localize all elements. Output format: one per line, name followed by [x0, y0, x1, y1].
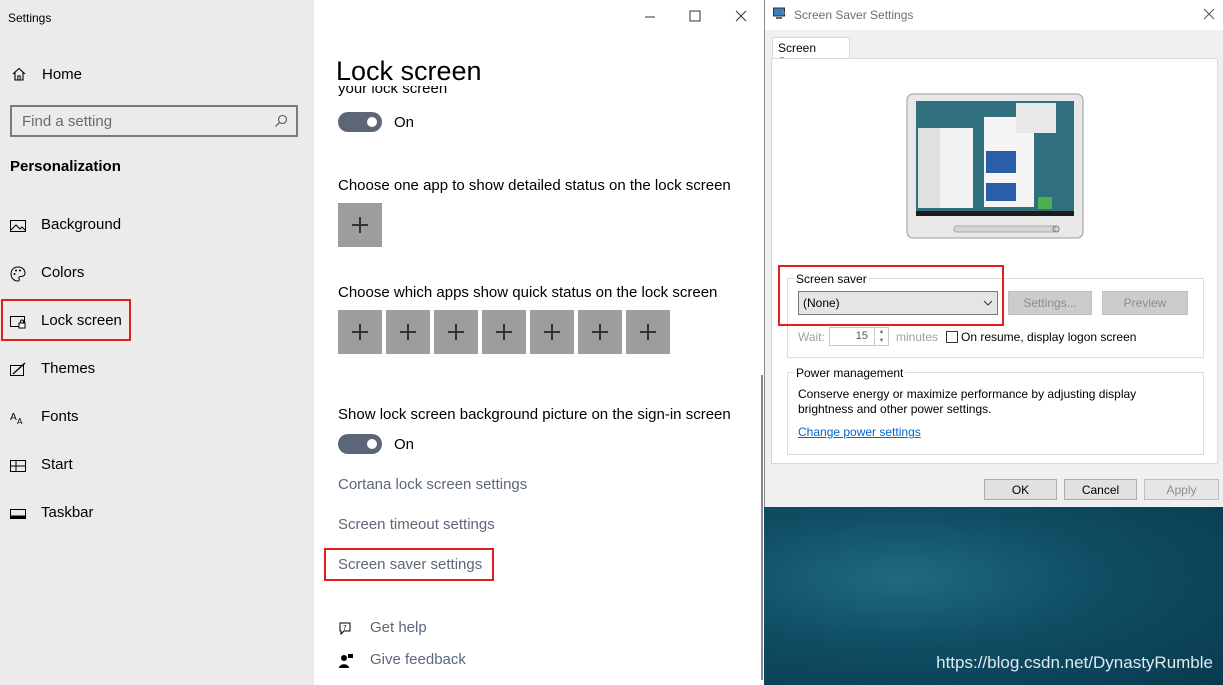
close-icon[interactable]	[1203, 8, 1215, 20]
sidebar-item-themes[interactable]: Themes	[0, 350, 314, 390]
settings-window: Settings Home Find a setting Personaliza…	[0, 0, 764, 685]
sidebar-item-label: Fonts	[41, 408, 79, 425]
content-pane: Lock screen your lock screen On Choose o…	[314, 0, 764, 685]
svg-text:?: ?	[343, 624, 347, 632]
sidebar-item-start[interactable]: Start	[0, 446, 314, 486]
tab-screen-saver[interactable]: Screen Saver	[772, 37, 850, 69]
svg-text:A: A	[17, 417, 23, 426]
minimize-icon[interactable]	[642, 8, 658, 24]
cancel-button[interactable]: Cancel	[1064, 479, 1137, 500]
wait-value: 15	[855, 330, 868, 342]
monitor-preview	[906, 93, 1084, 239]
screen-saver-highlight	[778, 265, 1004, 326]
taskbar-icon	[10, 509, 26, 519]
selected-nav-highlight	[1, 299, 131, 341]
add-quick-status-app-button[interactable]	[530, 310, 574, 354]
svg-text:A: A	[10, 412, 17, 423]
resume-logon-checkbox[interactable]	[946, 331, 958, 343]
preview-button[interactable]: Preview	[1102, 291, 1188, 315]
home-nav-item[interactable]: Home	[12, 64, 82, 84]
app-title: Settings	[8, 11, 52, 25]
cortana-lock-screen-link[interactable]: Cortana lock screen settings	[338, 476, 527, 493]
themes-icon	[10, 362, 26, 376]
add-quick-status-app-button[interactable]	[386, 310, 430, 354]
fonts-icon: A A	[10, 412, 23, 426]
picture-icon	[10, 220, 26, 232]
settings-button[interactable]: Settings...	[1008, 291, 1092, 315]
change-power-settings-link[interactable]: Change power settings	[798, 425, 921, 439]
sidebar-item-label: Taskbar	[41, 504, 94, 521]
help-chat-icon: ?	[339, 622, 351, 636]
stepper-down-icon[interactable]: ▼	[874, 337, 888, 345]
home-icon	[12, 67, 26, 81]
desktop-background: https://blog.csdn.net/DynastyRumble	[764, 507, 1223, 685]
wait-label: Wait:	[798, 330, 825, 344]
ok-button[interactable]: OK	[984, 479, 1057, 500]
scrollbar[interactable]	[761, 375, 763, 680]
search-icon	[275, 114, 288, 127]
dialog-titlebar: Screen Saver Settings	[765, 0, 1223, 30]
add-detailed-app-button[interactable]	[338, 203, 382, 247]
lock-screen-status-toggle[interactable]	[338, 112, 382, 132]
stepper-up-icon[interactable]: ▲	[874, 328, 888, 336]
toggle-state-label: On	[394, 436, 415, 453]
minutes-label: minutes	[896, 330, 939, 344]
search-input[interactable]: Find a setting	[10, 105, 298, 137]
detailed-status-label: Choose one app to show detailed status o…	[338, 177, 731, 194]
sidebar: Settings Home Find a setting Personaliza…	[0, 0, 314, 685]
sidebar-item-taskbar[interactable]: Taskbar	[0, 494, 314, 534]
apply-button[interactable]: Apply	[1144, 479, 1219, 500]
palette-icon	[10, 266, 26, 282]
feedback-icon	[339, 654, 353, 668]
close-icon[interactable]	[733, 8, 749, 24]
add-quick-status-app-button[interactable]	[434, 310, 478, 354]
sidebar-item-label: Themes	[41, 360, 96, 377]
sidebar-item-background[interactable]: Background	[0, 206, 314, 246]
dialog-title: Screen Saver Settings	[794, 8, 914, 22]
link-highlight	[324, 548, 494, 581]
home-label: Home	[42, 65, 83, 83]
screen-saver-dialog: Screen Saver Settings Screen Saver Scree…	[764, 0, 1223, 507]
watermark: https://blog.csdn.net/DynastyRumble	[936, 653, 1213, 672]
display-properties-icon	[773, 7, 786, 19]
page-title: Lock screen	[336, 56, 482, 86]
sidebar-item-label: Colors	[41, 264, 85, 281]
add-quick-status-app-button[interactable]	[578, 310, 622, 354]
add-quick-status-app-button[interactable]	[626, 310, 670, 354]
sidebar-item-label: Background	[41, 216, 122, 233]
add-quick-status-app-button[interactable]	[338, 310, 382, 354]
screen-timeout-link[interactable]: Screen timeout settings	[338, 516, 495, 533]
power-management-description: Conserve energy or maximize performance …	[798, 387, 1137, 416]
power-management-label: Power management	[794, 366, 906, 380]
signin-background-toggle[interactable]	[338, 434, 382, 454]
sidebar-item-fonts[interactable]: A A Fonts	[0, 398, 314, 438]
sidebar-item-colors[interactable]: Colors	[0, 254, 314, 294]
add-quick-status-app-button[interactable]	[482, 310, 526, 354]
sidebar-item-label: Start	[41, 456, 73, 473]
search-placeholder: Find a setting	[22, 113, 113, 130]
maximize-icon[interactable]	[687, 8, 703, 24]
start-icon	[10, 460, 26, 472]
signin-background-label: Show lock screen background picture on t…	[338, 406, 731, 423]
resume-logon-label[interactable]: On resume, display logon screen	[961, 330, 1136, 344]
cut-off-label: your lock screen	[338, 86, 448, 97]
quick-status-label: Choose which apps show quick status on t…	[338, 284, 718, 301]
toggle-state-label: On	[394, 114, 415, 131]
wait-minutes-stepper[interactable]: 15 ▲ ▼	[829, 327, 889, 346]
section-title: Personalization	[10, 158, 121, 175]
